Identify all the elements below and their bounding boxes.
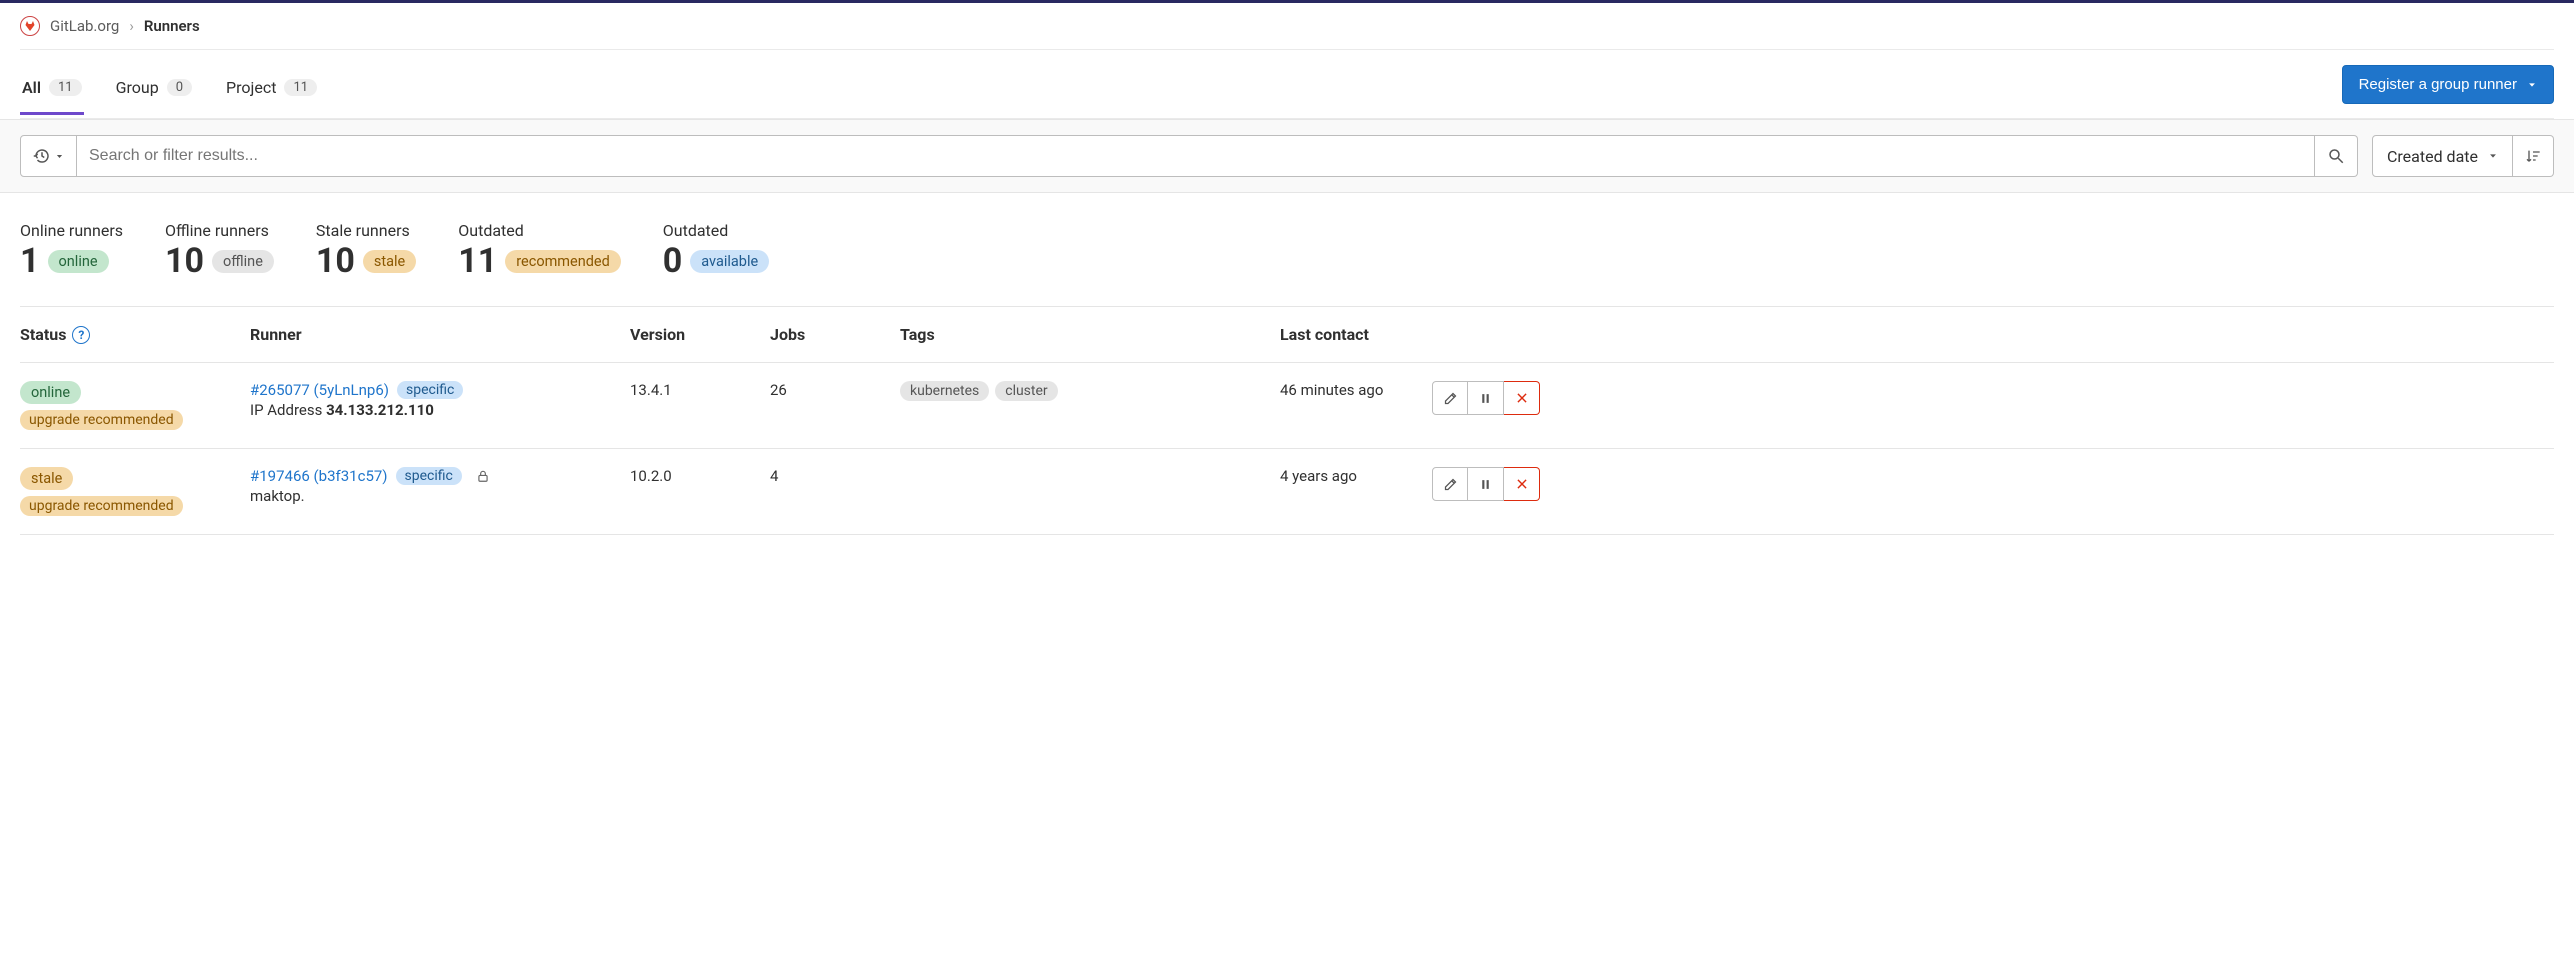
cell-jobs: 4 bbox=[770, 467, 900, 485]
stats-row: Online runners 1 online Offline runners … bbox=[20, 193, 2554, 306]
breadcrumb-current: Runners bbox=[144, 17, 200, 35]
table-row: stale upgrade recommended #197466 (b3f31… bbox=[20, 449, 2554, 535]
pause-button[interactable] bbox=[1468, 467, 1504, 501]
breadcrumb: GitLab.org › Runners bbox=[20, 3, 2554, 50]
tab-count: 11 bbox=[284, 79, 317, 96]
chevron-right-icon: › bbox=[129, 17, 134, 35]
delete-button[interactable] bbox=[1504, 467, 1540, 501]
stat-value: 10 bbox=[316, 244, 355, 278]
search-icon bbox=[2327, 147, 2345, 165]
tabs: All 11 Group 0 Project 11 bbox=[20, 68, 319, 115]
search-button[interactable] bbox=[2315, 135, 2358, 177]
search-history-button[interactable] bbox=[20, 135, 77, 177]
cell-jobs: 26 bbox=[770, 381, 900, 399]
breadcrumb-root[interactable]: GitLab.org bbox=[50, 17, 119, 35]
runner-link[interactable]: #197466 (b3f31c57) bbox=[250, 467, 388, 485]
stat-label: Stale runners bbox=[316, 221, 416, 240]
table-header: Status ? Runner Version Jobs Tags Last c… bbox=[20, 307, 2554, 363]
tag-badge: cluster bbox=[995, 381, 1057, 401]
type-badge: specific bbox=[397, 381, 463, 399]
th-runner: Runner bbox=[250, 325, 630, 344]
pause-icon bbox=[1479, 478, 1492, 491]
tag-badge: kubernetes bbox=[900, 381, 989, 401]
register-label: Register a group runner bbox=[2359, 76, 2517, 93]
status-badge: online bbox=[20, 381, 81, 404]
runner-table: Status ? Runner Version Jobs Tags Last c… bbox=[20, 306, 2554, 535]
delete-button[interactable] bbox=[1504, 381, 1540, 415]
pencil-icon bbox=[1443, 391, 1458, 406]
th-version: Version bbox=[630, 325, 770, 344]
pencil-icon bbox=[1443, 477, 1458, 492]
tab-label: Group bbox=[116, 78, 159, 97]
runner-link[interactable]: #265077 (5yLnLnp6) bbox=[250, 381, 389, 399]
status-badge: stale bbox=[363, 250, 416, 273]
tab-label: Project bbox=[226, 78, 276, 97]
status-badge: recommended bbox=[505, 250, 621, 273]
pause-icon bbox=[1479, 392, 1492, 405]
chevron-down-icon bbox=[2488, 151, 2498, 161]
upgrade-badge: upgrade recommended bbox=[20, 410, 183, 430]
cell-version: 10.2.0 bbox=[630, 467, 770, 485]
th-status: Status bbox=[20, 325, 66, 344]
status-badge: offline bbox=[212, 250, 274, 273]
help-icon[interactable]: ? bbox=[72, 326, 90, 344]
stat-label: Offline runners bbox=[165, 221, 274, 240]
runner-subtext: maktop. bbox=[250, 487, 630, 505]
stat-value: 0 bbox=[663, 244, 683, 278]
pause-button[interactable] bbox=[1468, 381, 1504, 415]
close-icon bbox=[1515, 477, 1529, 491]
history-icon bbox=[33, 147, 51, 165]
th-tags: Tags bbox=[900, 325, 1280, 344]
stat-label: Online runners bbox=[20, 221, 123, 240]
stat-value: 11 bbox=[458, 244, 497, 278]
runner-subtext: IP Address 34.133.212.110 bbox=[250, 401, 630, 419]
cell-version: 13.4.1 bbox=[630, 381, 770, 399]
stat-label: Outdated bbox=[663, 221, 769, 240]
sort-desc-icon bbox=[2525, 148, 2541, 164]
gitlab-logo-icon bbox=[20, 16, 40, 36]
stat-label: Outdated bbox=[458, 221, 621, 240]
type-badge: specific bbox=[396, 467, 462, 485]
edit-button[interactable] bbox=[1432, 467, 1468, 501]
tab-all[interactable]: All 11 bbox=[20, 68, 84, 115]
th-jobs: Jobs bbox=[770, 325, 900, 344]
th-last: Last contact bbox=[1280, 325, 1420, 344]
stat-value: 10 bbox=[165, 244, 204, 278]
upgrade-badge: upgrade recommended bbox=[20, 496, 183, 516]
close-icon bbox=[1515, 391, 1529, 405]
chevron-down-icon bbox=[55, 152, 64, 161]
status-badge: available bbox=[690, 250, 769, 273]
cell-last-contact: 4 years ago bbox=[1280, 467, 1420, 485]
search-input[interactable] bbox=[77, 135, 2315, 177]
table-row: online upgrade recommended #265077 (5yLn… bbox=[20, 363, 2554, 449]
stat-value: 1 bbox=[20, 244, 40, 278]
tab-label: All bbox=[22, 78, 41, 97]
tab-count: 11 bbox=[49, 79, 82, 96]
sort-direction-button[interactable] bbox=[2513, 135, 2554, 177]
sort-select[interactable]: Created date bbox=[2372, 135, 2513, 177]
filter-bar: Created date bbox=[0, 119, 2574, 193]
lock-icon bbox=[476, 469, 490, 483]
register-group-runner-button[interactable]: Register a group runner bbox=[2342, 65, 2554, 104]
chevron-down-icon bbox=[2527, 80, 2537, 90]
cell-tags: kubernetes cluster bbox=[900, 381, 1280, 401]
status-badge: stale bbox=[20, 467, 73, 490]
tab-count: 0 bbox=[167, 79, 192, 96]
status-badge: online bbox=[48, 250, 109, 273]
sort-label: Created date bbox=[2387, 147, 2478, 166]
tab-group[interactable]: Group 0 bbox=[114, 68, 194, 115]
cell-last-contact: 46 minutes ago bbox=[1280, 381, 1420, 399]
tab-project[interactable]: Project 11 bbox=[224, 68, 319, 115]
edit-button[interactable] bbox=[1432, 381, 1468, 415]
